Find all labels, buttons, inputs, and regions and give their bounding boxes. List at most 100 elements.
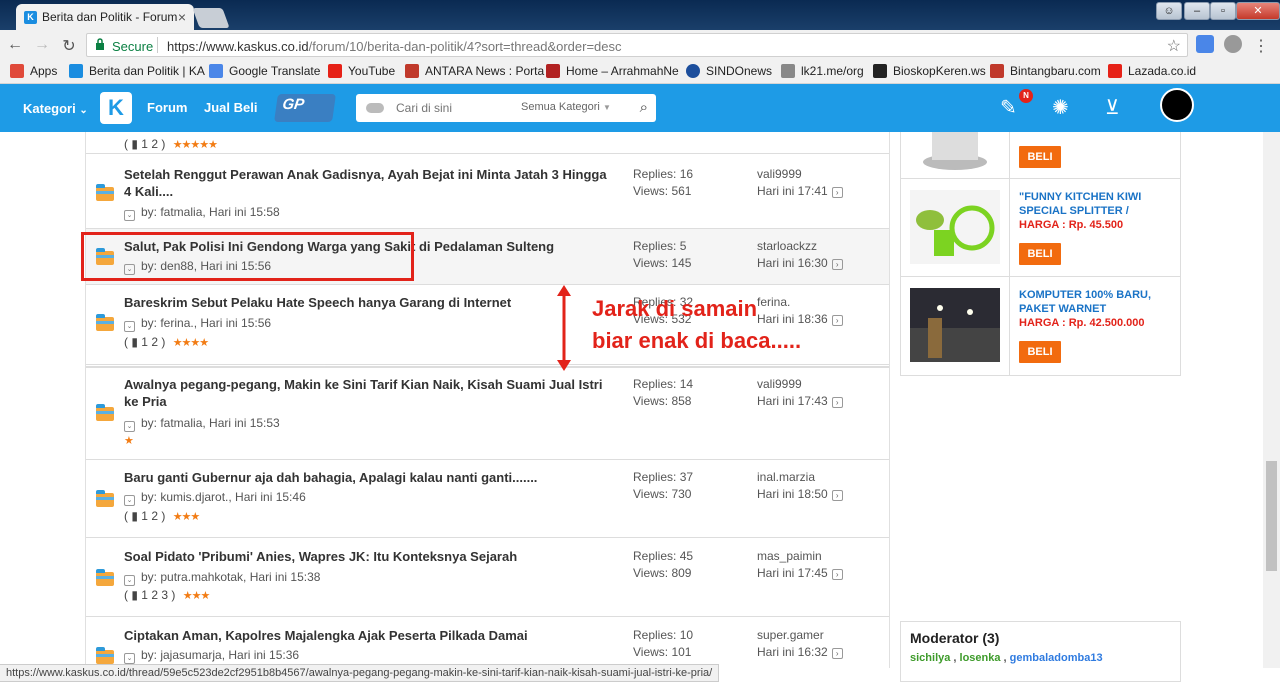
address-bar[interactable]: Secure https://www.kaskus.co.id/forum/10…	[86, 33, 1188, 57]
moderator-link[interactable]: losenka	[960, 652, 1001, 664]
thread-author[interactable]: kumis.djarot., Hari ini 15:46	[160, 490, 305, 504]
bookmark-item[interactable]: lk21.me/org	[781, 64, 864, 78]
bookmark-label: ANTARA News : Porta	[425, 64, 545, 78]
chevron-down-icon[interactable]: ⌄	[124, 210, 135, 221]
window-close-icon[interactable]: ✕	[1236, 2, 1280, 20]
product-image[interactable]	[910, 288, 1000, 362]
new-tab-button[interactable]	[192, 8, 230, 28]
last-post-user[interactable]: super.gamer	[757, 627, 843, 644]
scrollbar-thumb[interactable]	[1266, 461, 1277, 571]
thread-author[interactable]: jajasumarja, Hari ini 15:36	[160, 648, 299, 662]
url-text[interactable]: https://www.kaskus.co.id/forum/10/berita…	[167, 39, 622, 54]
reload-icon[interactable]: ↻	[60, 36, 78, 56]
thread-title[interactable]: Bareskrim Sebut Pelaku Hate Speech hanya…	[124, 294, 609, 311]
forward-icon[interactable]: →	[33, 36, 51, 54]
go-to-last-post-icon[interactable]: ›	[831, 569, 843, 580]
last-post-user[interactable]: inal.marzia	[757, 469, 843, 486]
page-icon: ▮	[131, 509, 138, 523]
product-name[interactable]: "FUNNY KITCHEN KIWI SPECIAL SPLITTER / HA…	[1019, 190, 1169, 232]
browser-toolbar: ← → ↻ Secure https://www.kaskus.co.id/fo…	[0, 30, 1280, 60]
tab-close-icon[interactable]: ×	[178, 9, 186, 25]
search-toggle[interactable]	[366, 103, 384, 113]
bookmark-item[interactable]: Lazada.co.id	[1108, 64, 1196, 78]
search-icon[interactable]: ⌕	[640, 99, 648, 116]
product-name[interactable]: KOMPUTER 100% BARU, PAKET WARNET HARGA : …	[1019, 288, 1169, 330]
kaskus-favicon-icon: K	[24, 11, 37, 24]
bookmark-item[interactable]: Bintangbaru.com	[990, 64, 1101, 78]
thread-author[interactable]: putra.mahkotak, Hari ini 15:38	[160, 570, 320, 584]
page-link[interactable]: 1	[141, 137, 148, 151]
beli-button[interactable]: BELI	[1019, 341, 1061, 363]
page-link[interactable]: 2	[151, 335, 158, 349]
bookmark-item[interactable]: ANTARA News : Porta	[405, 64, 544, 78]
kaskus-logo[interactable]: K	[100, 92, 132, 124]
user-avatar[interactable]	[1160, 88, 1194, 122]
beli-button[interactable]: BELI	[1019, 243, 1061, 265]
cart-icon[interactable]: ⊻	[1105, 95, 1120, 120]
last-post-user[interactable]: vali9999	[757, 376, 843, 393]
thread-folder-icon	[96, 404, 114, 421]
go-to-last-post-icon[interactable]: ›	[831, 187, 843, 198]
kaskus-chat-icon[interactable]: ✺	[1052, 95, 1069, 120]
go-to-last-post-icon[interactable]: ›	[831, 315, 843, 326]
page-link[interactable]: 1	[141, 509, 148, 523]
thread-title[interactable]: Ciptakan Aman, Kapolres Majalengka Ajak …	[124, 627, 609, 644]
go-to-last-post-icon[interactable]: ›	[831, 259, 843, 270]
page-link[interactable]: 3	[161, 588, 168, 602]
chevron-down-icon[interactable]: ⌄	[124, 495, 135, 506]
beli-button[interactable]: BELI	[1019, 146, 1061, 168]
page-scrollbar[interactable]	[1263, 132, 1280, 668]
arrahmah-icon	[546, 64, 560, 78]
bookmark-item[interactable]: Home – ArrahmahNe	[546, 64, 679, 78]
thread-author[interactable]: fatmalia, Hari ini 15:58	[160, 205, 279, 219]
page-link[interactable]: 2	[151, 509, 158, 523]
extension-icon[interactable]	[1224, 35, 1242, 53]
thread-title[interactable]: Setelah Renggut Perawan Anak Gadisnya, A…	[124, 166, 609, 200]
browser-tab[interactable]: K Berita dan Politik - Forum ×	[16, 4, 194, 30]
bookmark-star-icon[interactable]: ☆	[1167, 36, 1181, 56]
bookmark-item[interactable]: Google Translate	[209, 64, 320, 78]
nav-forum[interactable]: Forum	[147, 100, 187, 115]
translate-extension-icon[interactable]	[1196, 35, 1214, 53]
bookmark-item[interactable]: Berita dan Politik | KA	[69, 64, 205, 78]
page-link[interactable]: 2	[151, 588, 158, 602]
page-link[interactable]: 1	[141, 588, 148, 602]
bookmark-item[interactable]: Apps	[10, 64, 57, 78]
bookmark-item[interactable]: BioskopKeren.ws	[873, 64, 986, 78]
user-profile-icon[interactable]: ☺	[1156, 2, 1182, 20]
chevron-down-icon[interactable]: ⌄	[124, 653, 135, 664]
chevron-down-icon[interactable]: ⌄	[124, 575, 135, 586]
product-image[interactable]	[910, 132, 1000, 176]
last-post-user[interactable]: starloackzz	[757, 238, 843, 255]
nav-jual-beli[interactable]: Jual Beli	[204, 100, 257, 115]
thread-author[interactable]: ferina., Hari ini 15:56	[160, 316, 271, 330]
bookmark-label: Apps	[30, 64, 58, 78]
last-post-user[interactable]: mas_paimin	[757, 548, 843, 565]
thread-title[interactable]: Baru ganti Gubernur aja dah bahagia, Apa…	[124, 469, 609, 486]
minimize-icon[interactable]: –	[1184, 2, 1210, 20]
thread-title[interactable]: Soal Pidato 'Pribumi' Anies, Wapres JK: …	[124, 548, 609, 565]
search-category-select[interactable]: Semua Kategori ▼	[521, 101, 611, 113]
gp-mania-logo[interactable]: GP	[274, 94, 336, 122]
thread-author[interactable]: fatmalia, Hari ini 15:53	[160, 416, 279, 430]
create-thread-pencil-icon[interactable]: ✎	[1000, 95, 1017, 120]
go-to-last-post-icon[interactable]: ›	[831, 648, 843, 659]
page-link[interactable]: 1	[141, 335, 148, 349]
product-image[interactable]	[910, 190, 1000, 264]
last-post-user[interactable]: vali9999	[757, 166, 843, 183]
chevron-down-icon[interactable]: ⌄	[124, 421, 135, 432]
go-to-last-post-icon[interactable]: ›	[831, 397, 843, 408]
bookmark-item[interactable]: SINDOnews	[686, 64, 772, 78]
moderator-link[interactable]: sichilya	[910, 652, 950, 664]
menu-icon[interactable]: ⋮	[1252, 36, 1270, 56]
chevron-down-icon[interactable]: ⌄	[124, 321, 135, 332]
maximize-icon[interactable]: ▫	[1210, 2, 1236, 20]
back-icon[interactable]: ←	[6, 36, 24, 54]
kategori-menu[interactable]: Kategori ⌄	[23, 101, 88, 116]
moderator-link[interactable]: gembaladomba13	[1010, 652, 1103, 664]
bookmark-label: Home – ArrahmahNe	[566, 64, 679, 78]
go-to-last-post-icon[interactable]: ›	[831, 490, 843, 501]
thread-title[interactable]: Awalnya pegang-pegang, Makin ke Sini Tar…	[124, 376, 609, 410]
bookmark-item[interactable]: YouTube	[328, 64, 395, 78]
page-link[interactable]: 2	[151, 137, 158, 151]
